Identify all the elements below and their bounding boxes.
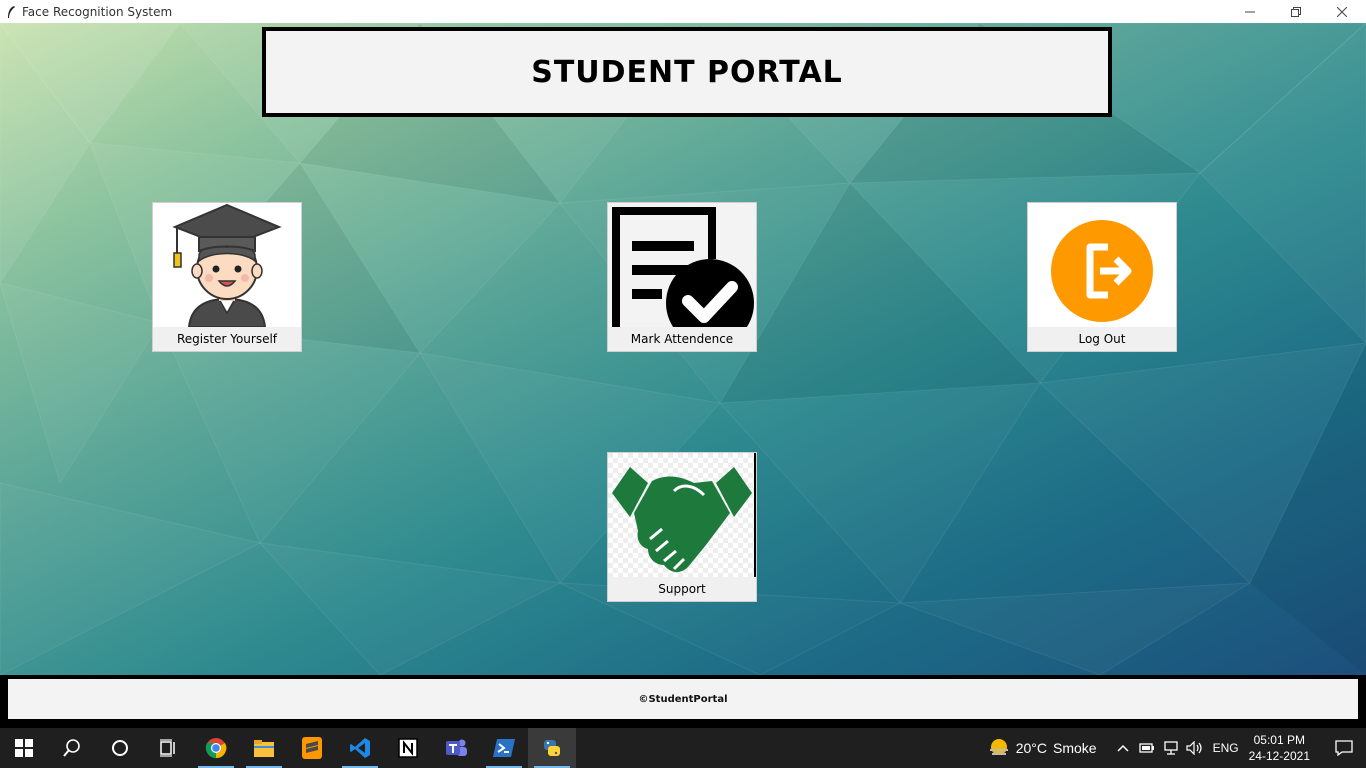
notification-icon[interactable] [1322,728,1366,768]
chevron-up-icon[interactable] [1111,744,1135,752]
battery-icon[interactable] [1135,743,1159,753]
page-title: STUDENT PORTAL [531,54,843,90]
weather-sun-haze-icon [989,739,1008,755]
document-checkmark-icon [608,203,756,327]
system-tray: 20°C Smoke ENG 05:01 PM 24-12-2021 [988,728,1366,768]
support-label: Support [608,577,756,601]
network-icon[interactable] [1159,741,1183,755]
language-indicator[interactable]: ENG [1213,741,1239,755]
handshake-icon [608,453,756,577]
mark-attendance-button[interactable]: Mark Attendence [607,202,757,352]
weather-condition: Smoke [1053,740,1097,756]
volume-icon[interactable] [1183,741,1207,755]
register-yourself-button[interactable]: Register Yourself [152,202,302,352]
chrome-icon[interactable] [192,728,240,768]
window-title: Face Recognition System [22,4,173,19]
python-icon[interactable] [528,728,576,768]
search-icon[interactable] [48,728,96,768]
clock-time: 05:01 PM [1253,733,1305,747]
graduate-student-icon [153,203,301,327]
weather-widget[interactable]: 20°C Smoke [988,737,1097,759]
notion-icon[interactable] [384,728,432,768]
system-clock[interactable]: 05:01 PM 24-12-2021 [1249,732,1310,764]
portal-footer: ©StudentPortal [4,675,1362,723]
powershell-icon[interactable] [480,728,528,768]
start-icon[interactable] [0,728,48,768]
register-yourself-label: Register Yourself [153,327,301,351]
cortana-icon[interactable] [96,728,144,768]
clock-date: 24-12-2021 [1248,749,1310,763]
task-view-icon[interactable] [144,728,192,768]
file-explorer-icon[interactable] [240,728,288,768]
logout-icon [1028,203,1176,327]
restore-icon[interactable] [1273,0,1319,23]
support-button[interactable]: Support [607,452,757,602]
vscode-icon[interactable] [336,728,384,768]
sublime-text-icon[interactable] [288,728,336,768]
minimize-icon[interactable] [1227,0,1273,23]
mark-attendance-label: Mark Attendence [608,327,756,351]
portal-header: STUDENT PORTAL [262,27,1112,117]
close-icon[interactable] [1319,0,1365,23]
log-out-label: Log Out [1028,327,1176,351]
weather-temperature: 20°C [1015,740,1048,756]
feather-app-icon [0,0,22,23]
log-out-button[interactable]: Log Out [1027,202,1177,352]
windows-taskbar: 20°C Smoke ENG 05:01 PM 24-12-2021 [0,728,1366,768]
window-titlebar: Face Recognition System [0,0,1366,23]
teams-icon[interactable] [432,728,480,768]
footer-copyright: ©StudentPortal [638,693,728,705]
